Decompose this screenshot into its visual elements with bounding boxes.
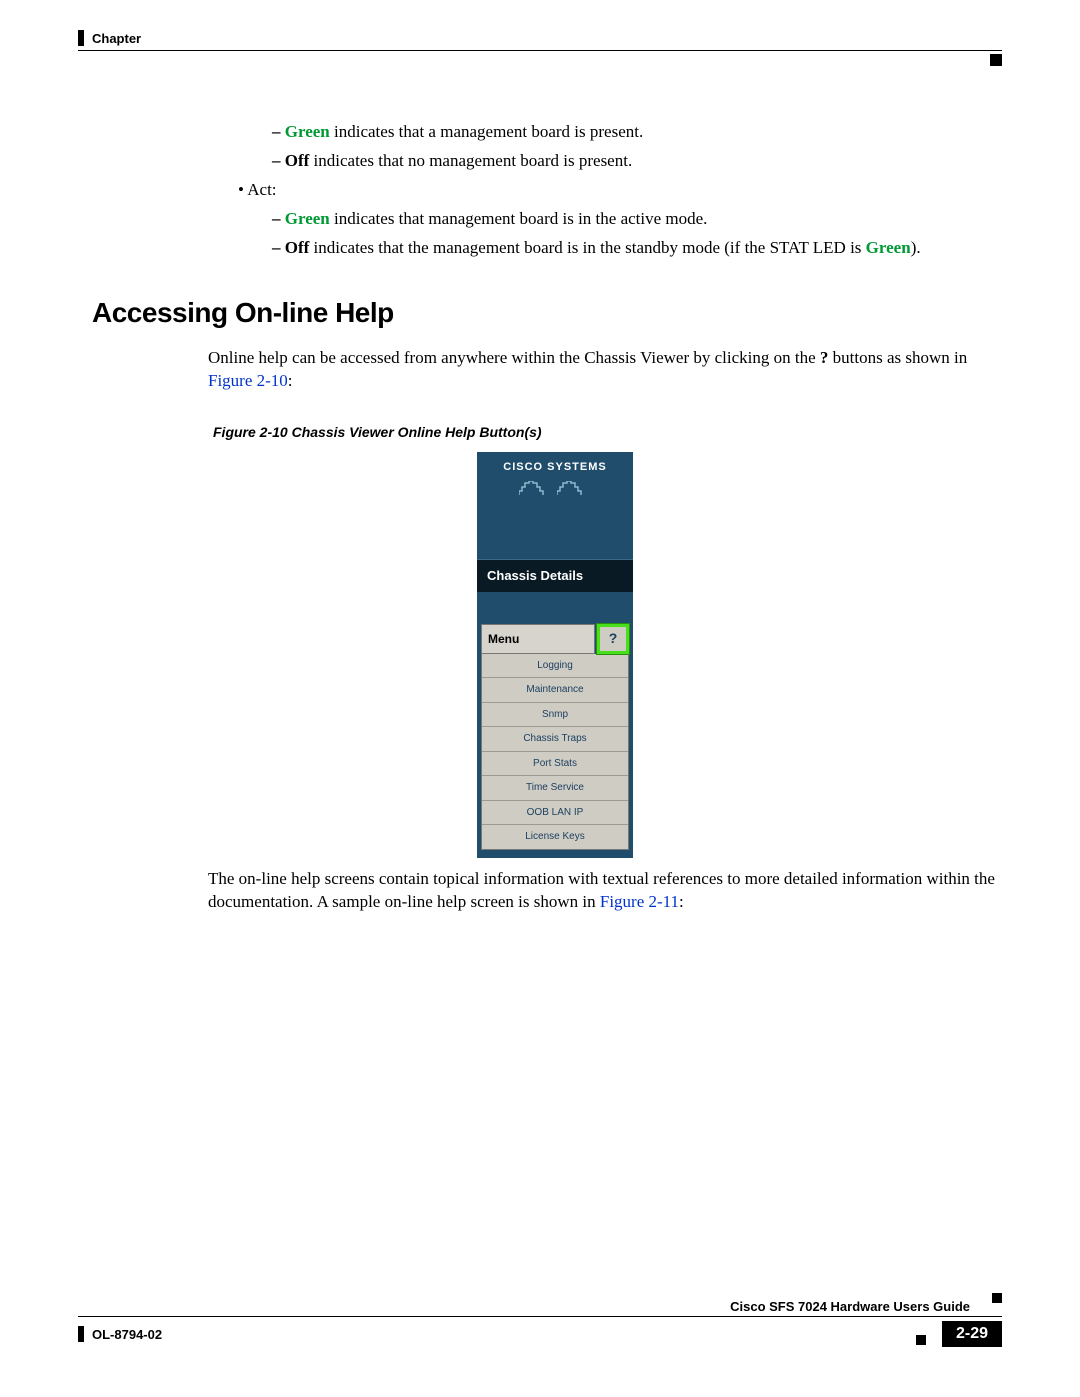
screenshot-chassis-viewer: CISCO SYSTEMS Chassis Details Menu ? Log… [477, 452, 633, 858]
footer-square-icon [992, 1293, 1002, 1303]
list-item: Off indicates that the management board … [272, 237, 1002, 260]
header-rule [78, 50, 1002, 51]
help-button[interactable]: ? [597, 624, 629, 654]
header-square-icon [990, 54, 1002, 66]
page-number: 2-29 [942, 1321, 1002, 1347]
list-item: Off indicates that no management board i… [272, 150, 1002, 173]
footer-bar-icon [78, 1326, 84, 1342]
text: buttons as shown in [828, 348, 967, 367]
green-label: Green [866, 238, 911, 257]
chassis-details-header: Chassis Details [477, 559, 633, 592]
footer-square-icon [916, 1335, 926, 1345]
figure-caption: Figure 2-10 Chassis Viewer Online Help B… [213, 423, 1002, 442]
section-heading: Accessing On-line Help [92, 294, 1002, 332]
menu-item-maintenance[interactable]: Maintenance [482, 677, 628, 702]
menu-item-time-service[interactable]: Time Service [482, 775, 628, 800]
text: Online help can be accessed from anywher… [208, 348, 820, 367]
menu-item-logging[interactable]: Logging [482, 654, 628, 678]
chapter-label: Chapter [92, 31, 141, 46]
text: indicates that management board is in th… [330, 209, 708, 228]
menu-header[interactable]: Menu [481, 624, 595, 654]
paragraph: Online help can be accessed from anywher… [208, 347, 1002, 393]
paragraph: The on-line help screens contain topical… [208, 868, 1002, 914]
list-item: Green indicates that a management board … [272, 121, 1002, 144]
footer-doc-id: OL-8794-02 [78, 1326, 162, 1342]
menu-item-port-stats[interactable]: Port Stats [482, 751, 628, 776]
footer-rule [78, 1316, 1002, 1317]
text: : [288, 371, 293, 390]
menu-item-license-keys[interactable]: License Keys [482, 824, 628, 849]
green-label: Green [285, 122, 330, 141]
figure-link[interactable]: Figure 2-10 [208, 371, 288, 390]
header-mark [78, 30, 84, 46]
figure-link[interactable]: Figure 2-11 [600, 892, 679, 911]
menu-item-oob-lan-ip[interactable]: OOB LAN IP [482, 800, 628, 825]
cisco-logo-text: CISCO SYSTEMS [477, 452, 633, 475]
page-header: Chapter [78, 30, 1002, 46]
green-label: Green [285, 209, 330, 228]
menu-list: Logging Maintenance Snmp Chassis Traps P… [481, 654, 629, 850]
menu-item-chassis-traps[interactable]: Chassis Traps [482, 726, 628, 751]
text: indicates that no management board is pr… [309, 151, 632, 170]
text: indicates that the management board is i… [309, 238, 865, 257]
footer-guide-title: Cisco SFS 7024 Hardware Users Guide [78, 1299, 970, 1314]
cisco-bridge-icon [477, 479, 633, 493]
list-item: Act: [238, 179, 1002, 202]
text: indicates that a management board is pre… [330, 122, 643, 141]
list-item: Green indicates that management board is… [272, 208, 1002, 231]
text: ). [911, 238, 921, 257]
text: : [679, 892, 684, 911]
page-footer: Cisco SFS 7024 Hardware Users Guide OL-8… [78, 1299, 1002, 1347]
menu-item-snmp[interactable]: Snmp [482, 702, 628, 727]
off-label: Off [285, 151, 310, 170]
act-label: Act: [247, 180, 276, 199]
off-label: Off [285, 238, 310, 257]
